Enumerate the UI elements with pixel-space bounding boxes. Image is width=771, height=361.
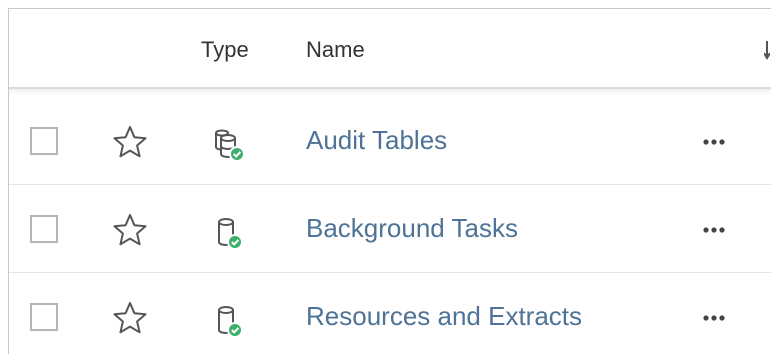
more-actions-icon[interactable] [699,133,729,151]
table-row[interactable]: Resources and Extracts [9,273,771,361]
header-divider [9,89,771,95]
column-header-name[interactable]: Name [306,37,365,63]
favorite-star-icon[interactable] [112,300,148,336]
row-select-checkbox[interactable] [30,303,58,331]
database-certified-icon [218,218,243,250]
data-source-name-link[interactable]: Audit Tables [306,125,447,156]
multi-database-certified-icon [215,129,245,162]
data-source-name-link[interactable]: Resources and Extracts [306,301,582,332]
favorite-star-icon[interactable] [112,212,148,248]
more-actions-icon[interactable] [699,221,729,239]
table-header: Type Name [9,9,771,89]
more-actions-icon[interactable] [699,309,729,327]
table-row[interactable]: Background Tasks [9,185,771,273]
column-header-type[interactable]: Type [201,37,249,63]
data-source-name-link[interactable]: Background Tasks [306,213,518,244]
favorite-star-icon[interactable] [112,124,148,160]
row-select-checkbox[interactable] [30,127,58,155]
column-sort-icon[interactable] [764,39,770,63]
database-certified-icon [218,306,243,338]
table-row[interactable]: Audit Tables [9,97,771,185]
row-select-checkbox[interactable] [30,215,58,243]
data-source-list: Type Name Audit Tables Background Tasks … [8,8,771,354]
